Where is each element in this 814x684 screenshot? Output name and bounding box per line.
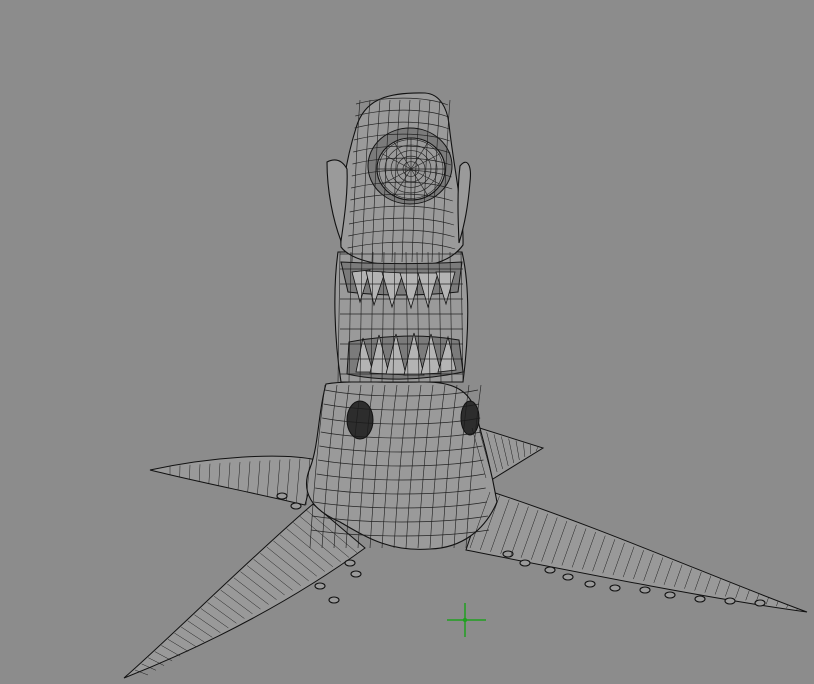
tube-foot (639, 586, 651, 594)
tube-foot (584, 580, 596, 588)
tube-foot (609, 584, 621, 592)
tube-foot (350, 570, 362, 578)
tube-foot (519, 559, 531, 567)
horn-right[interactable] (457, 161, 471, 244)
tube-foot (562, 573, 574, 581)
viewport-canvas[interactable] (0, 0, 814, 684)
left-hole (346, 400, 374, 440)
3d-viewport[interactable] (0, 0, 814, 684)
pivot-manipulator[interactable] (447, 603, 486, 637)
tube-foot (544, 566, 556, 574)
pivot-center[interactable] (462, 617, 468, 623)
spike-front-left[interactable] (123, 503, 366, 679)
spike-left[interactable] (149, 455, 318, 506)
tube-foot (314, 582, 326, 590)
tube-foot (664, 591, 676, 599)
tube-foot (276, 492, 288, 500)
wireframe-creature-mesh[interactable] (123, 92, 808, 679)
tube-foot (724, 597, 736, 605)
tube-foot (328, 596, 340, 604)
tube-foot (290, 502, 302, 510)
tube-foot (694, 595, 706, 603)
tube-foot (344, 559, 356, 567)
